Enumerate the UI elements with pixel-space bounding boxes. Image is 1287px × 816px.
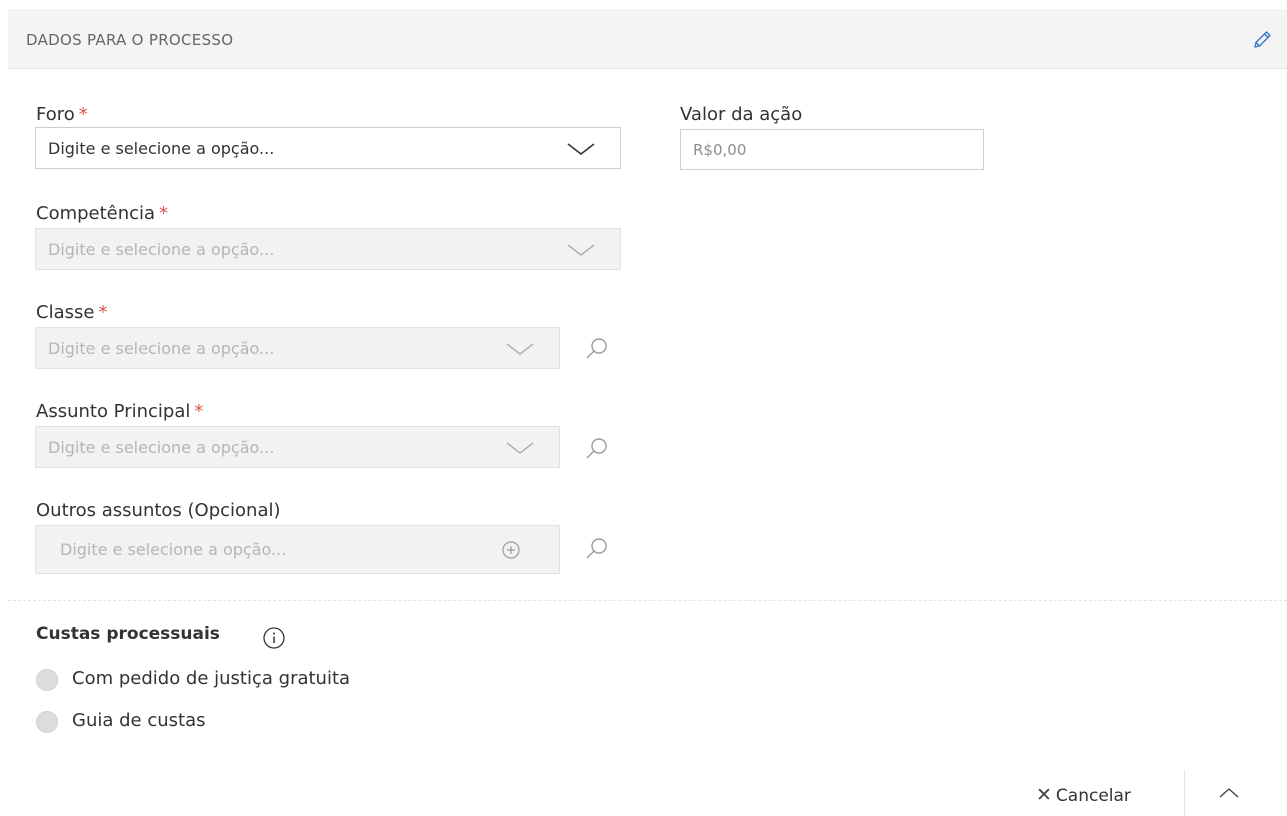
- competencia-label: Competência *: [36, 203, 168, 224]
- radio-button[interactable]: [36, 711, 58, 733]
- info-icon-glyph: [263, 627, 285, 649]
- cancel-button[interactable]: ✕ Cancelar: [1036, 784, 1131, 810]
- custas-title: Custas processuais: [36, 624, 220, 644]
- competencia-input[interactable]: [36, 229, 620, 269]
- foro-select[interactable]: [35, 127, 621, 169]
- required-mark: *: [98, 302, 108, 323]
- assunto-principal-input[interactable]: [36, 427, 559, 467]
- foro-input[interactable]: [36, 128, 620, 168]
- classe-search-button[interactable]: [584, 336, 610, 362]
- chevron-down-icon[interactable]: [505, 438, 535, 458]
- chevron-down-icon[interactable]: [505, 339, 535, 359]
- valor-acao-label-text: Valor da ação: [680, 104, 803, 125]
- outros-assuntos-label: Outros assuntos (Opcional): [36, 500, 281, 521]
- classe-label: Classe *: [36, 302, 107, 323]
- search-icon: [586, 538, 607, 559]
- assunto-principal-label: Assunto Principal *: [36, 401, 203, 422]
- outros-assuntos-label-text: Outros assuntos (Opcional): [36, 500, 281, 521]
- pencil-icon: [1254, 31, 1271, 48]
- valor-acao-input[interactable]: [681, 130, 983, 169]
- chevron-down-icon[interactable]: [566, 139, 596, 159]
- competencia-label-text: Competência: [36, 203, 156, 224]
- classe-input[interactable]: [36, 328, 559, 368]
- assunto-principal-label-text: Assunto Principal: [36, 401, 191, 422]
- outros-assuntos-input[interactable]: [36, 526, 559, 573]
- required-mark: *: [78, 104, 88, 125]
- search-icon: [586, 438, 607, 459]
- assunto-principal-select[interactable]: [35, 426, 560, 468]
- required-mark: *: [159, 203, 169, 224]
- foro-label: Foro *: [36, 104, 88, 125]
- footer-separator: [1184, 770, 1185, 816]
- radio-button[interactable]: [36, 669, 58, 691]
- radio-label: Guia de custas: [72, 710, 206, 731]
- assunto-principal-search-button[interactable]: [584, 436, 610, 462]
- classe-select[interactable]: [35, 327, 560, 369]
- process-data-panel: DADOS PARA O PROCESSO Foro* Valor da açã…: [0, 0, 1287, 816]
- competencia-select[interactable]: [35, 228, 621, 270]
- chevron-up-icon: [1219, 788, 1239, 798]
- collapse-button[interactable]: [1218, 785, 1240, 801]
- valor-acao-label: Valor da ação: [680, 104, 802, 125]
- chevron-down-icon[interactable]: [566, 240, 596, 260]
- radio-label: Com pedido de justiça gratuita: [72, 668, 351, 689]
- section-header: DADOS PARA O PROCESSO: [8, 9, 1287, 69]
- search-icon: [586, 338, 607, 359]
- classe-label-text: Classe: [36, 302, 95, 323]
- outros-assuntos-search-button[interactable]: [584, 536, 610, 562]
- close-icon: ✕: [1036, 784, 1052, 806]
- foro-label-text: Foro: [36, 104, 75, 125]
- outros-assuntos-field[interactable]: [35, 525, 560, 574]
- edit-button[interactable]: [1251, 29, 1273, 51]
- info-icon[interactable]: [262, 626, 286, 650]
- section-title: DADOS PARA O PROCESSO: [26, 31, 234, 49]
- required-mark: *: [194, 401, 204, 422]
- circle-plus-icon[interactable]: [501, 540, 521, 560]
- cancel-label: Cancelar: [1055, 786, 1131, 806]
- section-divider: [8, 600, 1287, 601]
- valor-acao-field[interactable]: [680, 129, 984, 170]
